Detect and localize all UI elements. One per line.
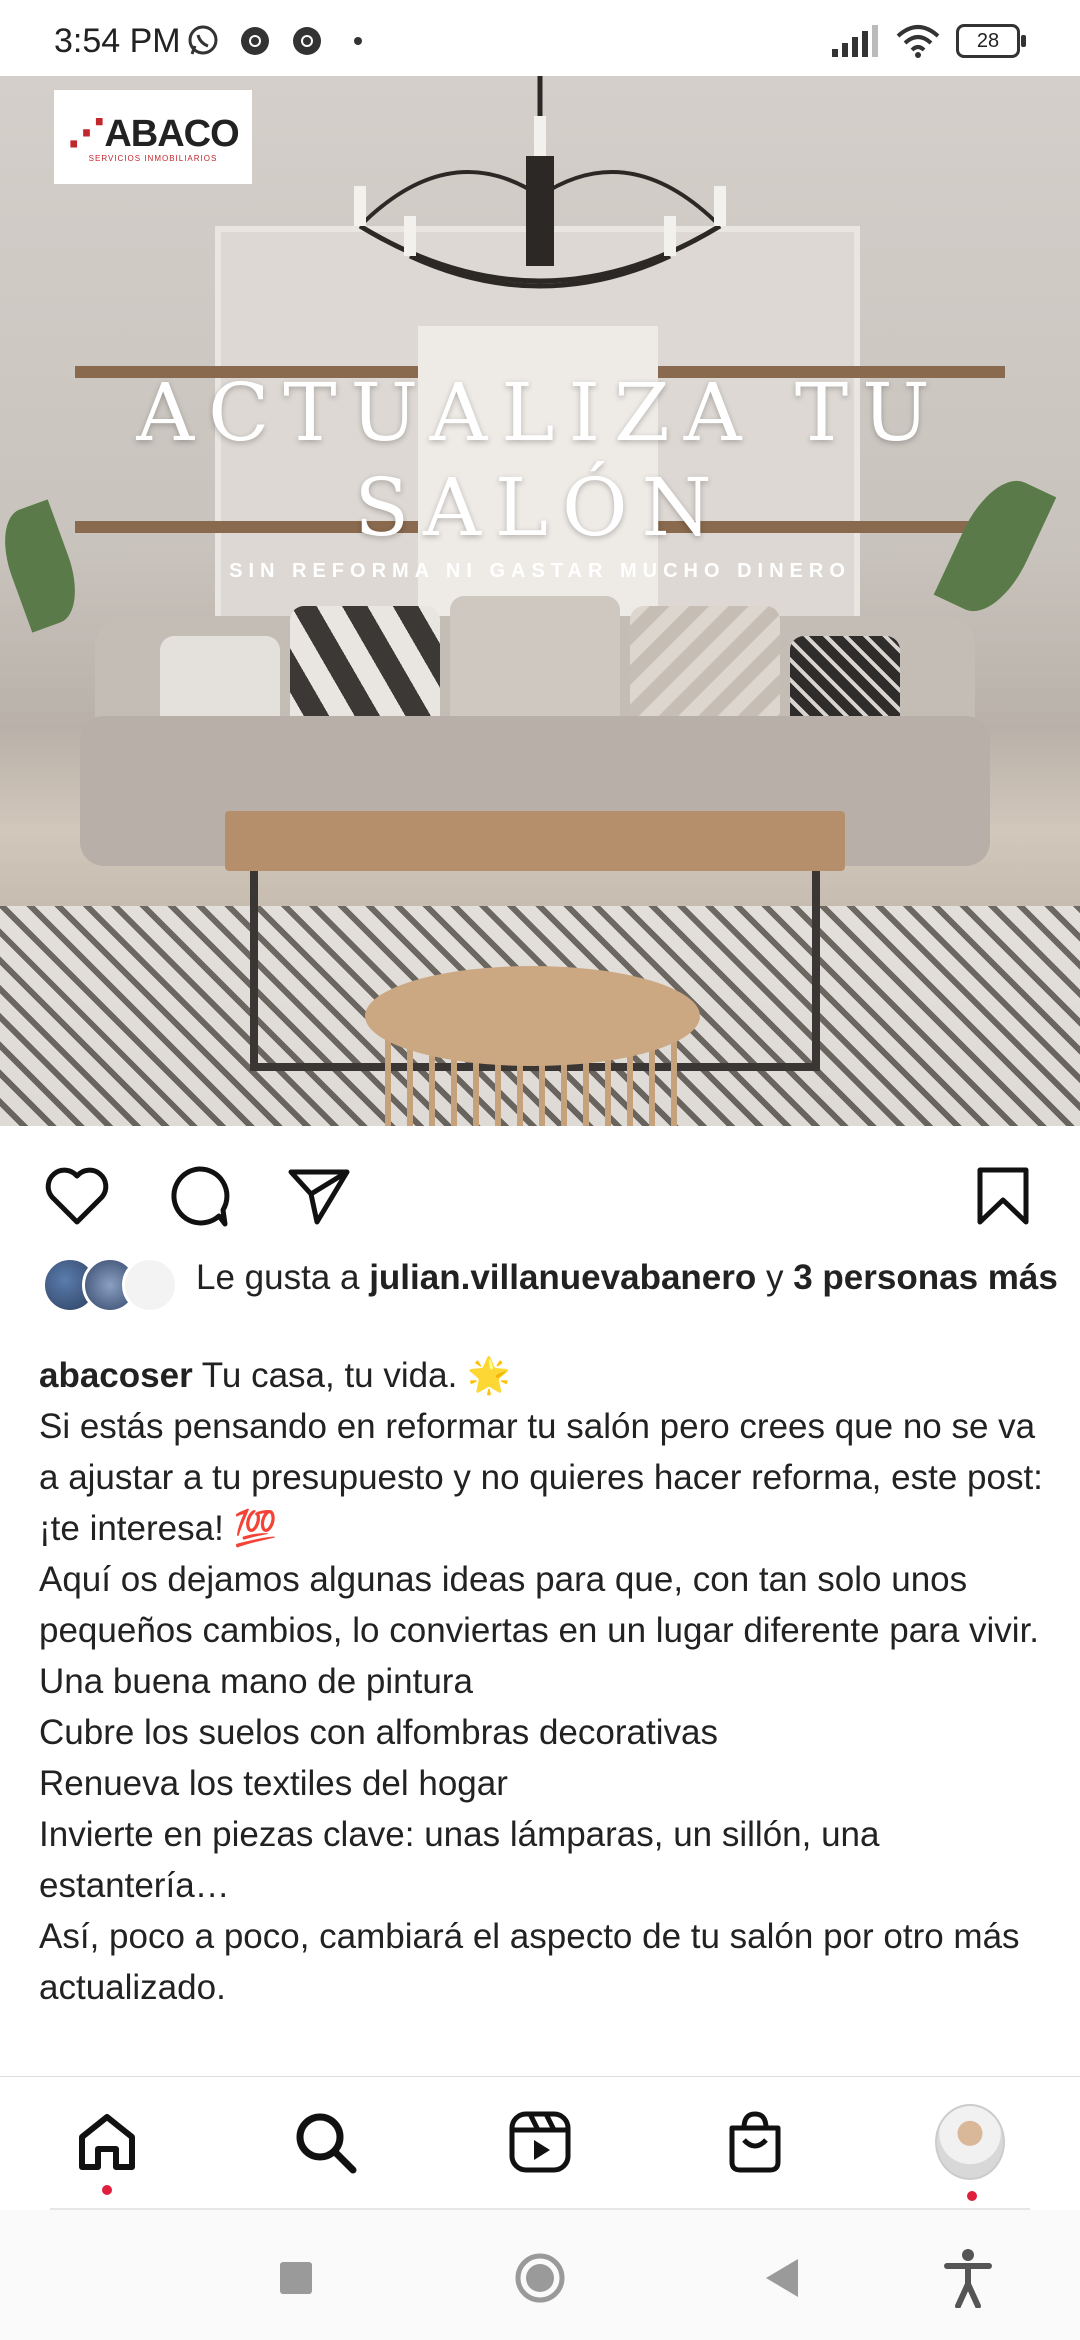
send-icon [288,1169,350,1225]
signal-icon [832,25,878,57]
bottom-nav [0,2076,1080,2211]
stool [365,966,700,1066]
status-bar: 3:54 PM 28 [0,0,1080,76]
profile-avatar [935,2104,1005,2180]
coffee-table [225,811,845,871]
caption-line: Una buena mano de pintura [39,1662,473,1701]
circle-icon [515,2253,565,2303]
like-button[interactable] [42,1161,112,1231]
home-button[interactable] [510,2248,570,2308]
caption-line: Cubre los suelos con alfombras decorativ… [39,1713,718,1752]
likes-text: Le gusta a julian.villanuevabanero y 3 p… [196,1255,1076,1301]
liker-username[interactable]: julian.villanuevabanero [369,1258,756,1297]
nav-profile[interactable] [935,2104,1005,2180]
post-caption: abacoser Tu casa, tu vida. 🌟 Si estás pe… [39,1350,1049,2013]
notification-dot [102,2185,112,2195]
square-icon [280,2262,312,2294]
accessibility-button[interactable] [938,2248,998,2308]
caption-first-line: abacoser Tu casa, tu vida. 🌟 [39,1350,1049,1401]
heart-icon [45,1167,109,1225]
save-button[interactable] [968,1161,1038,1231]
wifi-icon [896,25,940,58]
logo-text: ABACO [104,113,239,155]
caption-line: Invierte en piezas clave: unas lámparas,… [39,1815,880,1905]
comment-button[interactable] [164,1161,234,1231]
post-headline: ACTUALIZA TU [136,366,944,459]
status-time: 3:54 PM [54,22,181,60]
status-left-icons [186,24,362,58]
reels-icon [509,2111,571,2173]
chrome-icon [241,27,269,55]
post-headline-2: SALÓN [354,461,726,554]
likes-connector: y [756,1258,794,1297]
post-image[interactable]: ACTUALIZA TU SALÓN SIN REFORMA NI GASTAR… [0,76,1080,1126]
cushion [450,596,620,736]
chandelier [354,76,726,289]
back-button[interactable] [752,2248,812,2308]
logo-subtext: SERVICIOS INMOBILIARIOS [88,154,218,163]
whatsapp-icon [188,25,218,55]
back-triangle-icon [766,2259,798,2297]
home-icon [79,2114,135,2170]
battery-level: 28 [976,29,1000,52]
caption-username[interactable]: abacoser [39,1356,193,1395]
caption-line: Si estás pensando en reformar tu salón p… [39,1407,1043,1548]
recents-button[interactable] [266,2248,326,2308]
status-right-icons: 28 [830,24,1026,58]
notification-dot [967,2191,977,2201]
post-actions [0,1126,1080,1256]
avatar [122,1257,178,1313]
system-nav [0,2210,1080,2340]
caption-text: Tu casa, tu vida. 🌟 [192,1356,511,1395]
nav-shop[interactable] [720,2107,790,2177]
bookmark-icon [977,1167,1029,1225]
caption-line: Aquí os dejamos algunas ideas para que, … [39,1560,1040,1650]
accessibility-icon [944,2249,992,2308]
nav-home[interactable] [72,2107,142,2177]
comment-icon [171,1166,230,1227]
caption-line: Renueva los textiles del hogar [39,1764,508,1803]
battery-icon: 28 [956,24,1026,58]
brand-logo: ⋰ABACO SERVICIOS INMOBILIARIOS [54,90,252,184]
liker-avatars [42,1255,178,1313]
shop-icon [729,2111,781,2173]
likes-prefix: Le gusta a [196,1258,370,1297]
search-icon [296,2113,357,2174]
post-subheadline: SIN REFORMA NI GASTAR MUCHO DINERO [229,560,851,582]
chrome-icon [293,27,321,55]
nav-reels[interactable] [505,2107,575,2177]
likes-others[interactable]: 3 personas más [793,1258,1058,1297]
dot-icon [354,37,362,45]
share-button[interactable] [284,1161,354,1231]
caption-line: Así, poco a poco, cambiará el aspecto de… [39,1917,1020,2007]
nav-search[interactable] [290,2107,360,2177]
